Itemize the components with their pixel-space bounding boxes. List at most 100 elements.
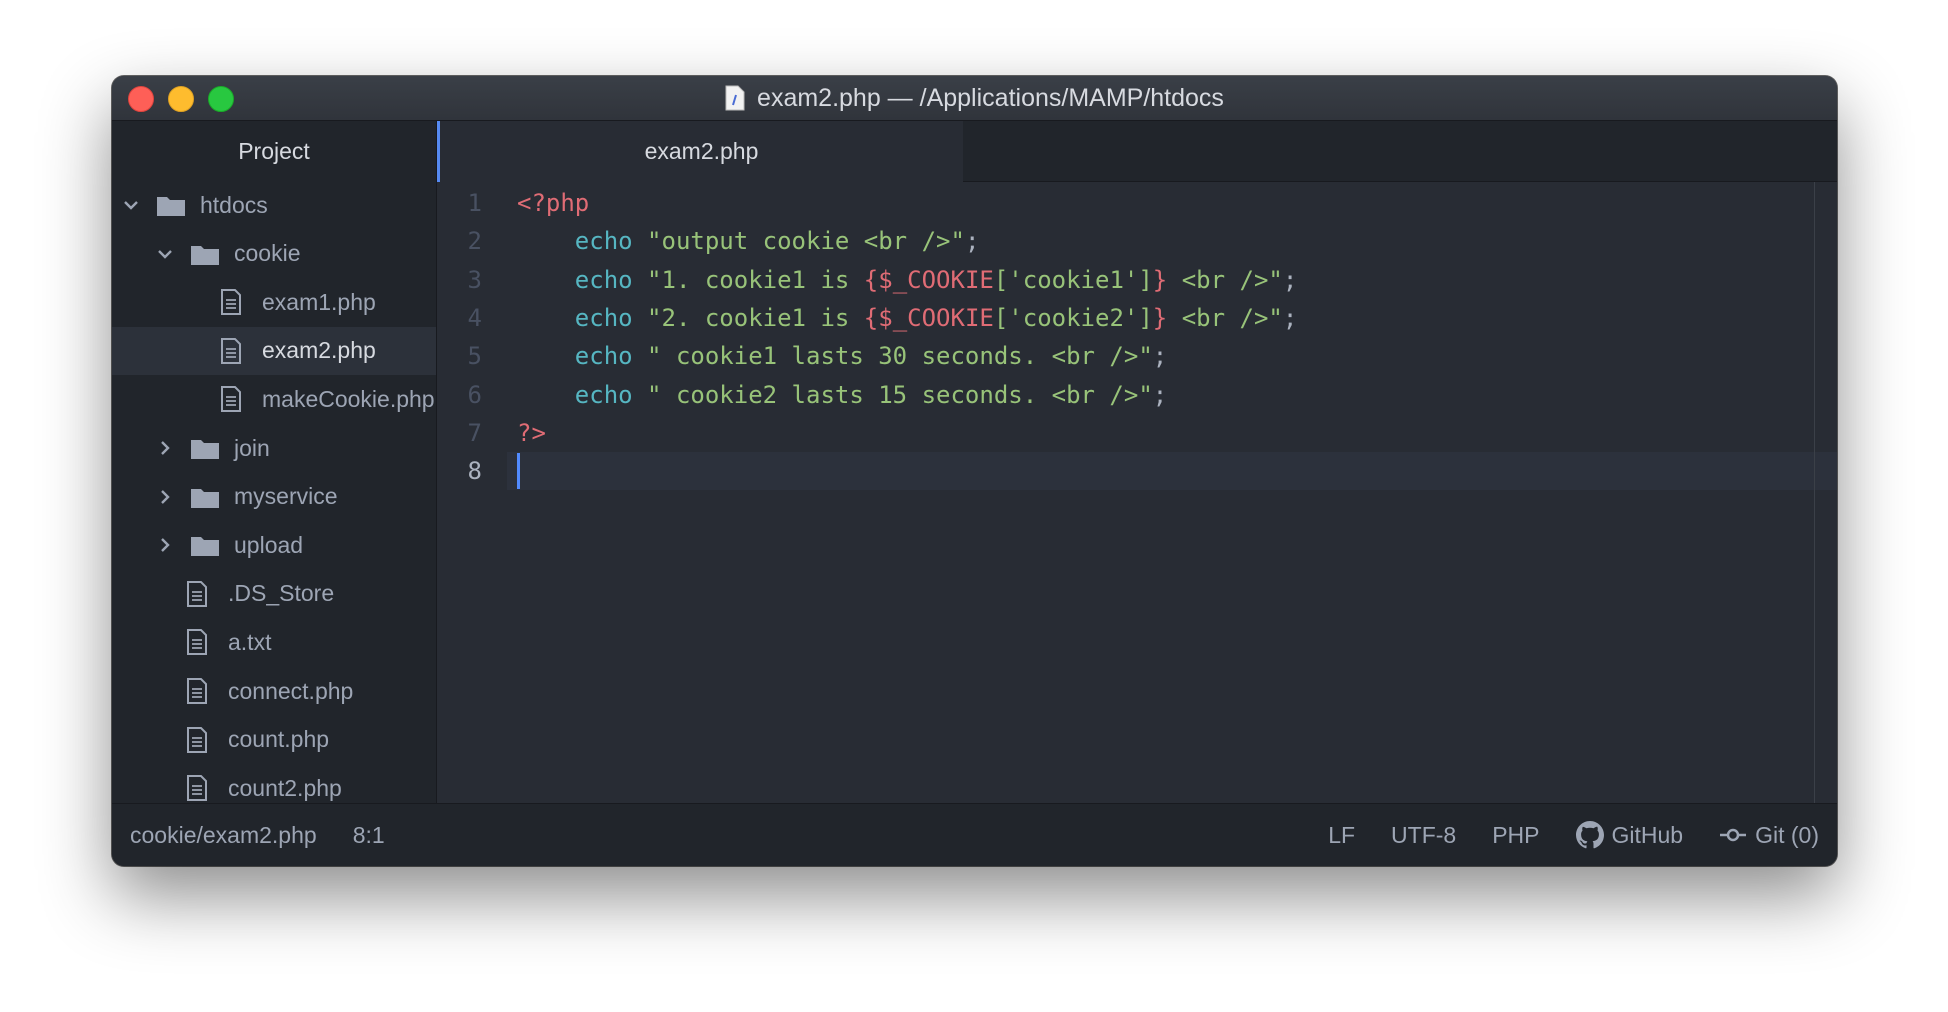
code-line[interactable]: echo "2. cookie1 is {$_COOKIE['cookie2']… (507, 299, 1837, 337)
code-token: ; (1282, 265, 1298, 294)
tree-item-label: exam1.php (262, 288, 376, 315)
code-token: <br />" (1167, 303, 1283, 332)
line-number[interactable]: 3 (437, 261, 507, 299)
tree-item-label: exam2.php (262, 337, 376, 364)
code-token: " cookie2 lasts 15 seconds. <br />" (647, 380, 1153, 409)
tree-item-label: upload (234, 531, 304, 558)
code-token: {$_COOKIE (863, 265, 994, 294)
tree-item[interactable]: cookie (112, 230, 436, 278)
code-token: "output cookie <br />" (647, 227, 965, 256)
line-number[interactable]: 6 (437, 376, 507, 414)
status-cursor-position[interactable]: 8:1 (353, 822, 385, 849)
file-icon (187, 775, 207, 802)
line-number[interactable]: 2 (437, 222, 507, 260)
title-bar[interactable]: exam2.php — /Applications/MAMP/htdocs (112, 76, 1837, 121)
tree-item[interactable]: count2.php (112, 764, 436, 804)
tree-item[interactable]: myservice (112, 473, 436, 521)
code-line[interactable]: ?> (507, 414, 1837, 452)
wrap-guide (1814, 182, 1815, 804)
editor-window: exam2.php — /Applications/MAMP/htdocs Pr… (112, 76, 1837, 866)
project-panel-title: Project (238, 137, 310, 164)
window-title: exam2.php — /Applications/MAMP/htdocs (757, 83, 1224, 112)
tree-item-label: htdocs (200, 191, 268, 218)
file-icon (187, 629, 207, 656)
file-icon (187, 580, 207, 607)
tree-item-label: join (234, 434, 270, 461)
chevron-down-icon[interactable] (156, 245, 174, 263)
tree-item[interactable]: a.txt (112, 618, 436, 666)
code-token: "2. cookie1 is (647, 303, 864, 332)
github-button[interactable]: GitHub (1575, 821, 1684, 849)
line-number-gutter[interactable]: 12345678 (437, 182, 507, 804)
status-grammar[interactable]: PHP (1492, 822, 1539, 849)
code-line[interactable]: echo "1. cookie1 is {$_COOKIE['cookie1']… (507, 261, 1837, 299)
php-document-icon (725, 85, 745, 111)
code-token: "1. cookie1 is (647, 265, 864, 294)
status-file-path[interactable]: cookie/exam2.php (130, 822, 317, 849)
project-tree-panel: Project htdocs cookie exam1.php exam2.php ma… (112, 121, 437, 804)
file-icon (221, 289, 241, 316)
file-icon (221, 386, 241, 413)
tree-item[interactable]: upload (112, 521, 436, 569)
tree-item[interactable]: htdocs (112, 181, 436, 229)
code-token: <?php (517, 189, 590, 217)
code-line[interactable]: echo " cookie1 lasts 30 seconds. <br />"… (507, 337, 1837, 375)
file-icon (187, 726, 207, 753)
line-number[interactable]: 4 (437, 299, 507, 337)
chevron-down-icon[interactable] (122, 196, 140, 214)
tree-item[interactable]: exam2.php (112, 326, 436, 375)
code-token: ['cookie1'] (993, 265, 1153, 294)
window-title-area: exam2.php — /Applications/MAMP/htdocs (112, 76, 1837, 120)
code-token: ; (1152, 342, 1168, 371)
code-token: ; (1152, 380, 1168, 409)
tree-item[interactable]: join (112, 424, 436, 472)
tree-item-label: a.txt (228, 628, 272, 655)
chevron-right-icon[interactable] (156, 488, 174, 506)
tree-item[interactable]: makeCookie.php (112, 375, 436, 423)
tree-item-label: makeCookie.php (262, 385, 435, 412)
github-label: GitHub (1611, 821, 1684, 848)
line-number[interactable]: 5 (437, 337, 507, 375)
chevron-right-icon[interactable] (156, 536, 174, 554)
code-token: } (1152, 303, 1168, 332)
code-token: echo (574, 380, 633, 409)
tree-item[interactable]: exam1.php (112, 278, 436, 326)
folder-icon (191, 537, 219, 557)
tree-item[interactable]: count.php (112, 716, 436, 764)
code-line[interactable]: <?php (507, 184, 1837, 222)
code-editor[interactable]: 12345678 <?php echo "output cookie <br /… (437, 182, 1837, 804)
code-token: } (1152, 265, 1168, 294)
code-line[interactable]: echo "output cookie <br />"; (507, 222, 1837, 260)
tab-exam2-php[interactable]: exam2.php (437, 121, 963, 182)
text-cursor (517, 453, 520, 490)
line-number[interactable]: 7 (437, 414, 507, 452)
code-token: {$_COOKIE (863, 303, 994, 332)
status-bar: cookie/exam2.php 8:1 LF UTF-8 PHP GitHub… (112, 803, 1837, 866)
tree-item-label: count.php (228, 726, 330, 753)
status-encoding[interactable]: UTF-8 (1391, 822, 1456, 849)
file-icon (221, 337, 241, 364)
folder-icon (191, 440, 219, 459)
code-line[interactable]: echo " cookie2 lasts 15 seconds. <br />"… (507, 376, 1837, 414)
tree-item-label: .DS_Store (228, 580, 335, 607)
git-button[interactable]: Git (0) (1719, 822, 1819, 849)
code-token: ?> (517, 418, 546, 447)
tree-item[interactable]: .DS_Store (112, 570, 436, 618)
code-line[interactable] (507, 452, 1837, 491)
folder-icon (157, 197, 185, 216)
line-number[interactable]: 1 (437, 184, 507, 222)
code-token: ; (964, 227, 980, 256)
code-token: <br />" (1167, 265, 1283, 294)
line-number[interactable]: 8 (437, 452, 507, 490)
chevron-right-icon[interactable] (156, 439, 174, 457)
status-line-ending[interactable]: LF (1328, 822, 1355, 849)
tree-item[interactable]: connect.php (112, 667, 436, 715)
code-token: ; (1282, 303, 1298, 332)
